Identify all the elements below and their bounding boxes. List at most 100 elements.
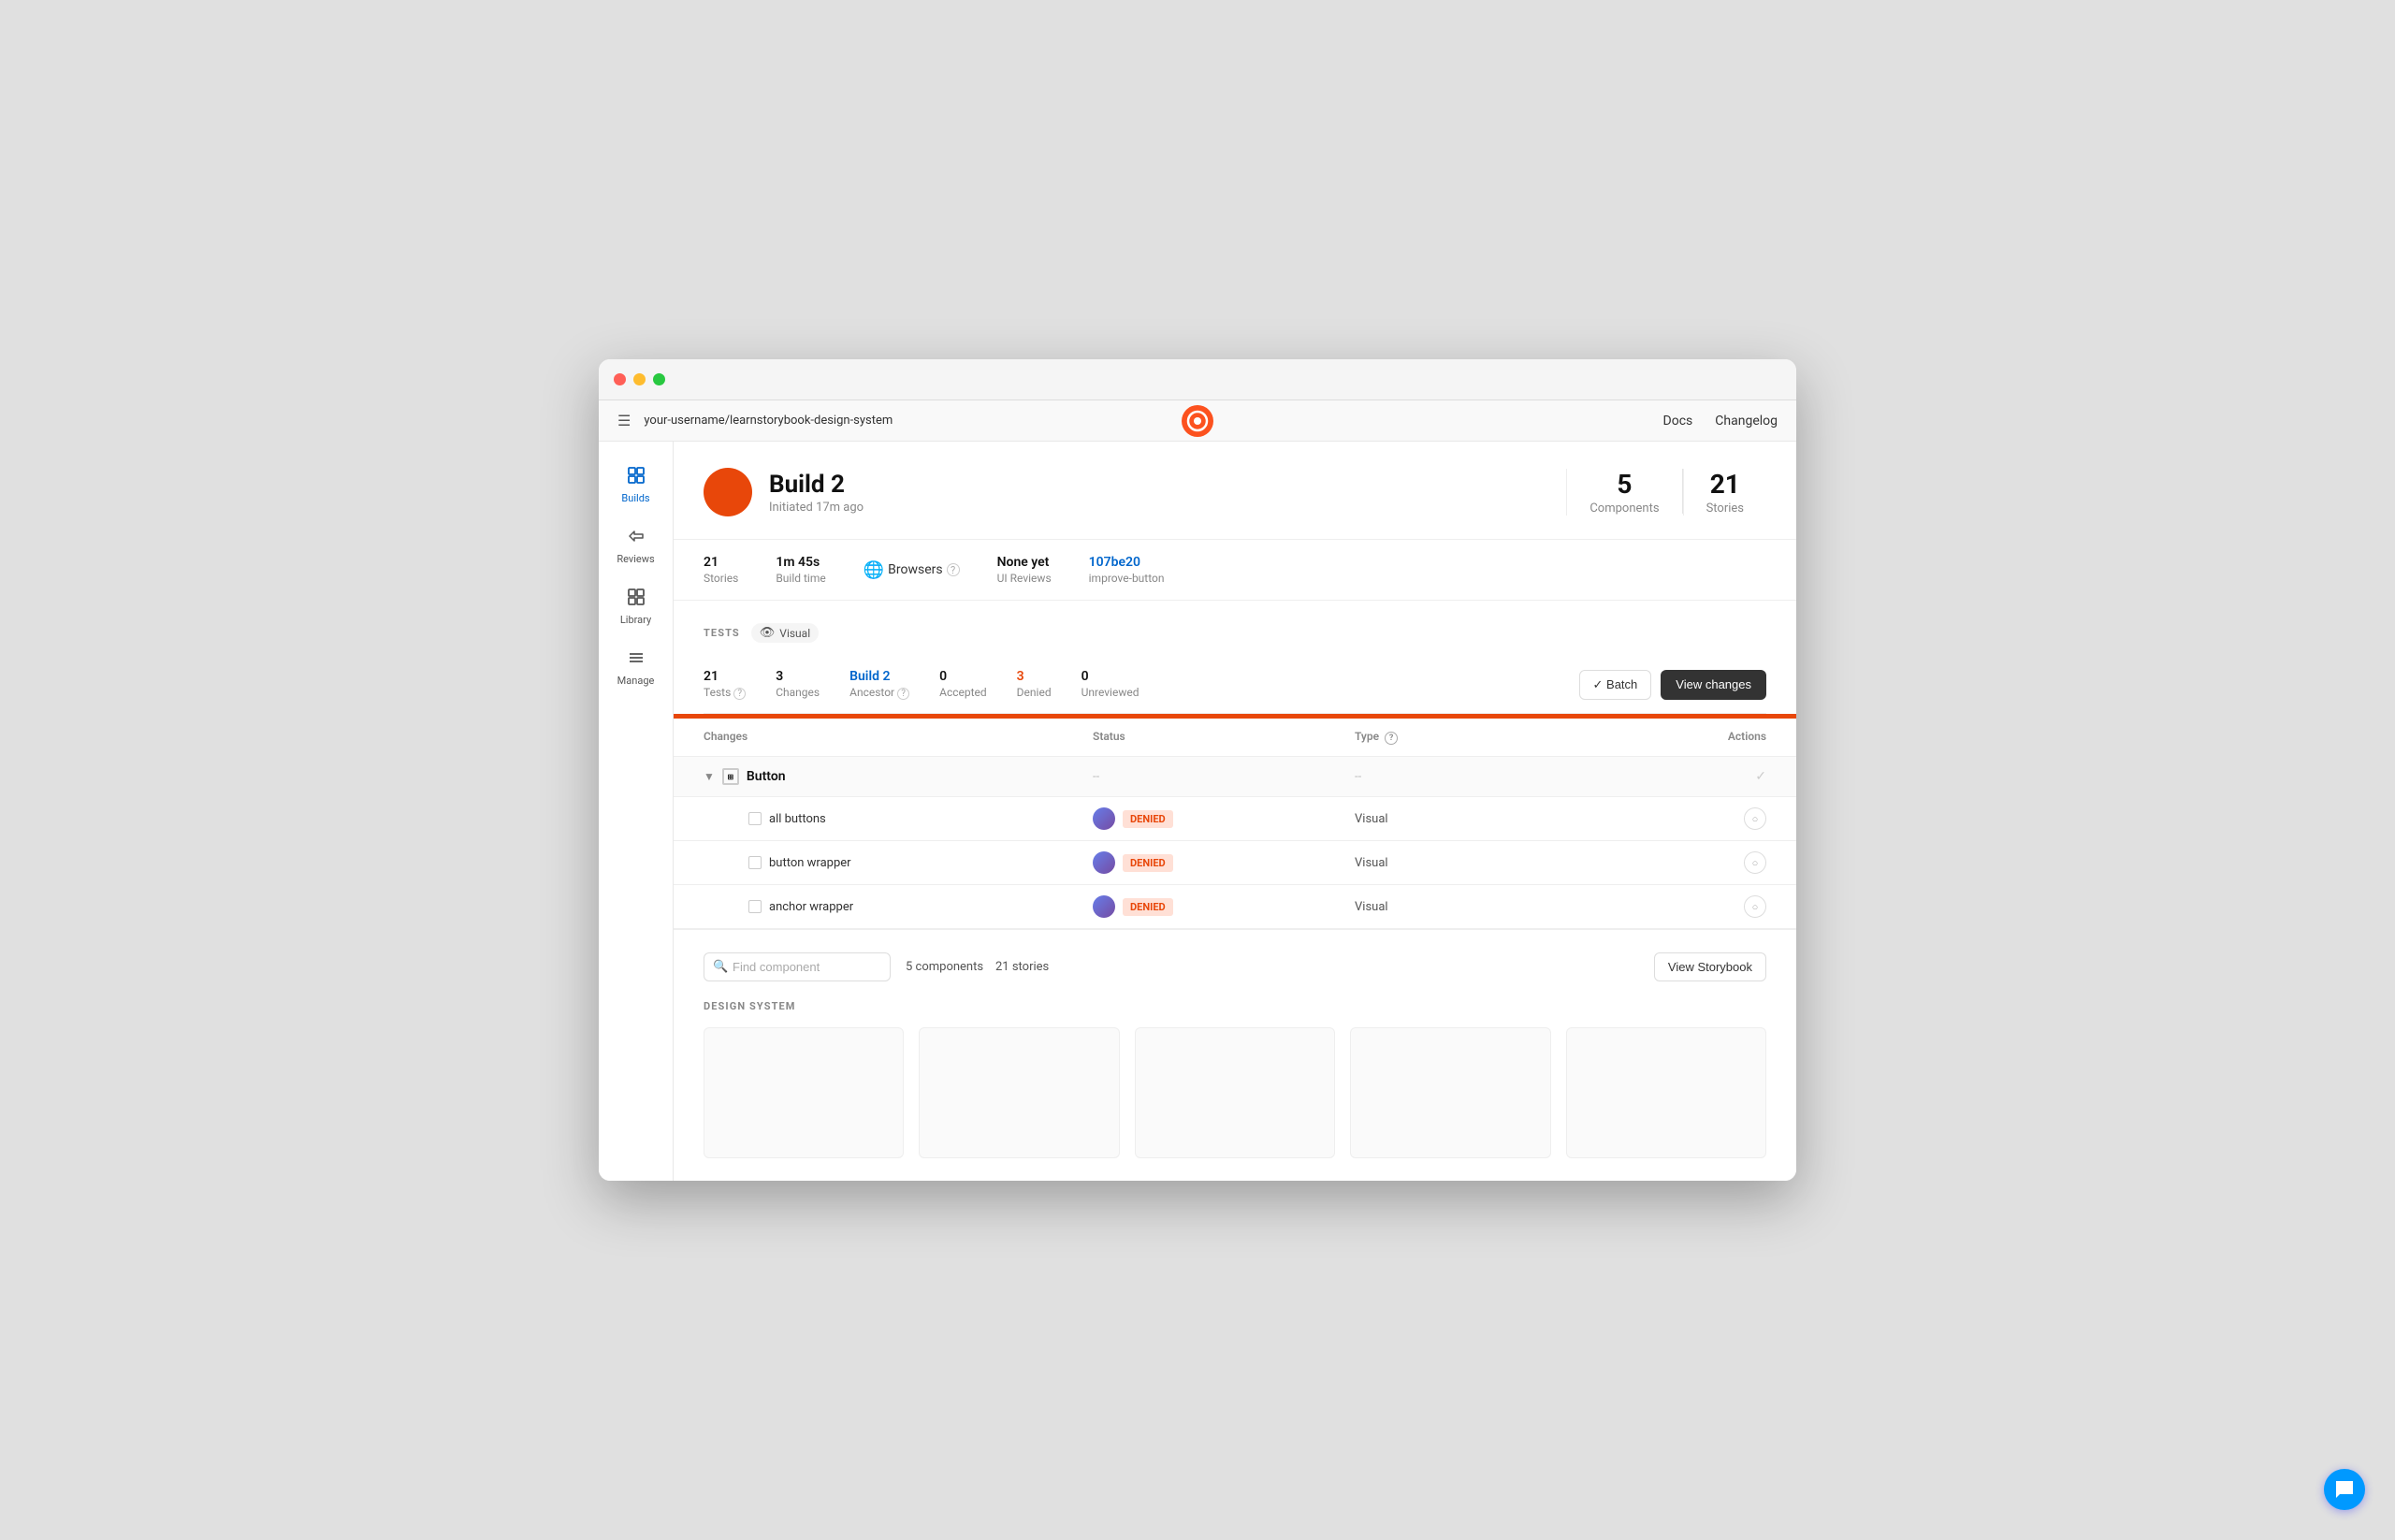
changelog-link[interactable]: Changelog	[1715, 414, 1778, 429]
status-dash-1: --	[1093, 770, 1355, 784]
commit-label: improve-button	[1089, 572, 1165, 585]
browsers-label: Browsers	[888, 562, 942, 577]
story-card-4[interactable]	[1350, 1027, 1550, 1158]
design-system-title: DESIGN SYSTEM	[704, 1000, 1766, 1012]
build-avatar	[704, 468, 752, 516]
test-actions: ✓ Batch View changes	[1579, 670, 1766, 700]
build-header: Build 2 Initiated 17m ago 5 Components 2…	[674, 442, 1796, 540]
view-storybook-button[interactable]: View Storybook	[1654, 952, 1766, 981]
visual-label: Visual	[779, 627, 810, 640]
commit-link[interactable]: 107be20	[1089, 555, 1140, 570]
accepted-count: 0 Accepted	[939, 669, 987, 700]
th-changes: Changes	[704, 730, 1093, 745]
story-card-content-5	[1567, 1028, 1765, 1157]
batch-button[interactable]: ✓ Batch	[1579, 670, 1652, 700]
status-cell-2: Denied	[1093, 851, 1355, 874]
story-card-1[interactable]	[704, 1027, 904, 1158]
tests-title: TESTS	[704, 627, 740, 639]
story-card-2[interactable]	[919, 1027, 1119, 1158]
buildtime-value: 1m 45s	[776, 555, 825, 570]
test-stats-bar: 21 Tests ? 3 Changes Build 2	[704, 658, 1766, 714]
build-subtitle: Initiated 17m ago	[769, 501, 864, 515]
story-icon-2	[748, 856, 762, 869]
nav-links: Docs Changelog	[1663, 414, 1778, 429]
changes-count-label: Changes	[776, 686, 820, 699]
status-denied-3: Denied	[1123, 898, 1173, 916]
table-header: Changes Status Type ? Actions	[674, 719, 1796, 757]
sidebar-item-manage[interactable]: Manage	[604, 639, 668, 696]
sidebar-item-builds[interactable]: Builds	[604, 457, 668, 514]
component-label: Button	[747, 769, 786, 784]
close-button[interactable]	[614, 373, 626, 385]
builds-label: Builds	[621, 492, 649, 504]
reviews-meta-label: UI Reviews	[997, 572, 1052, 585]
test-stat-group: 21 Tests ? 3 Changes Build 2	[704, 669, 1579, 700]
action-btn-1[interactable]: ○	[1744, 807, 1766, 830]
status-denied-1: Denied	[1123, 810, 1173, 828]
chat-button[interactable]	[2324, 1469, 2365, 1510]
titlebar	[599, 359, 1796, 400]
story-card-content-2	[920, 1028, 1118, 1157]
reviews-icon	[627, 527, 646, 549]
sidebar-item-reviews[interactable]: Reviews	[604, 517, 668, 574]
minimize-button[interactable]	[633, 373, 646, 385]
th-actions: Actions	[1617, 730, 1766, 745]
reviews-meta-value: None yet	[997, 555, 1052, 570]
components-stat: 5 Components	[1566, 469, 1681, 516]
eye-icon: 👁	[760, 626, 776, 640]
view-changes-button[interactable]: View changes	[1661, 670, 1766, 700]
th-type: Type ?	[1355, 730, 1617, 745]
action-btn-2[interactable]: ○	[1744, 851, 1766, 874]
story-card-5[interactable]	[1566, 1027, 1766, 1158]
type-cell-1: Visual	[1355, 812, 1617, 826]
action-btn-3[interactable]: ○	[1744, 895, 1766, 918]
component-group-button: ▼ ⊞ Button -- -- ✓	[674, 757, 1796, 797]
story-icon-3	[748, 900, 762, 913]
browsers-meta: 🌐 Browsers ?	[864, 560, 960, 580]
url-bar: your-username/learnstorybook-design-syst…	[644, 414, 893, 428]
stories-number: 21	[1706, 469, 1744, 500]
search-icon: 🔍	[713, 960, 728, 974]
find-component-input[interactable]	[704, 952, 891, 981]
story-grid	[704, 1027, 1766, 1158]
story-label-2: button wrapper	[769, 856, 851, 870]
action-check: ✓	[1617, 769, 1766, 784]
maximize-button[interactable]	[653, 373, 665, 385]
browser-toolbar: ☰ your-username/learnstorybook-design-sy…	[599, 400, 1796, 442]
tests-count-label: Tests ?	[704, 686, 746, 700]
status-denied-2: Denied	[1123, 854, 1173, 872]
menu-icon[interactable]: ☰	[617, 412, 631, 429]
action-cell-3: ○	[1617, 895, 1766, 918]
find-input-wrap: 🔍	[704, 952, 891, 981]
collapse-icon[interactable]: ▼	[704, 770, 715, 783]
library-icon	[627, 588, 646, 610]
component-name: ▼ ⊞ Button	[704, 768, 1093, 785]
changes-table: Changes Status Type ? Actions ▼ ⊞ Button…	[674, 719, 1796, 929]
story-card-content-4	[1351, 1028, 1549, 1157]
tests-help-icon: ?	[733, 688, 746, 700]
status-cell-1: Denied	[1093, 807, 1355, 830]
meta-strip: 21 Stories 1m 45s Build time 🌐 Browsers …	[674, 540, 1796, 601]
type-dash-1: --	[1355, 770, 1617, 784]
story-card-3[interactable]	[1135, 1027, 1335, 1158]
sidebar-item-library[interactable]: Library	[604, 578, 668, 635]
tests-count: 21 Tests ?	[704, 669, 746, 700]
buildtime-label: Build time	[776, 572, 825, 585]
type-help-icon: ?	[1385, 732, 1398, 745]
tests-count-value: 21	[704, 669, 746, 684]
chrome-icon: 🌐	[864, 560, 884, 580]
story-lines-4	[1439, 1045, 1461, 1140]
components-label: Components	[1589, 501, 1659, 516]
story-name-3: anchor wrapper	[704, 900, 1093, 914]
docs-link[interactable]: Docs	[1663, 414, 1693, 429]
components-number: 5	[1589, 469, 1659, 500]
stories-meta-value: 21	[704, 555, 738, 570]
story-label-1: all buttons	[769, 812, 826, 826]
denied-count: 3 Denied	[1017, 669, 1052, 700]
manage-icon	[627, 648, 646, 671]
stories-label: Stories	[1706, 501, 1744, 516]
avatar-1	[1093, 807, 1115, 830]
commit-meta: 107be20 improve-button	[1089, 555, 1165, 585]
status-cell-3: Denied	[1093, 895, 1355, 918]
story-icon-1	[748, 812, 762, 825]
